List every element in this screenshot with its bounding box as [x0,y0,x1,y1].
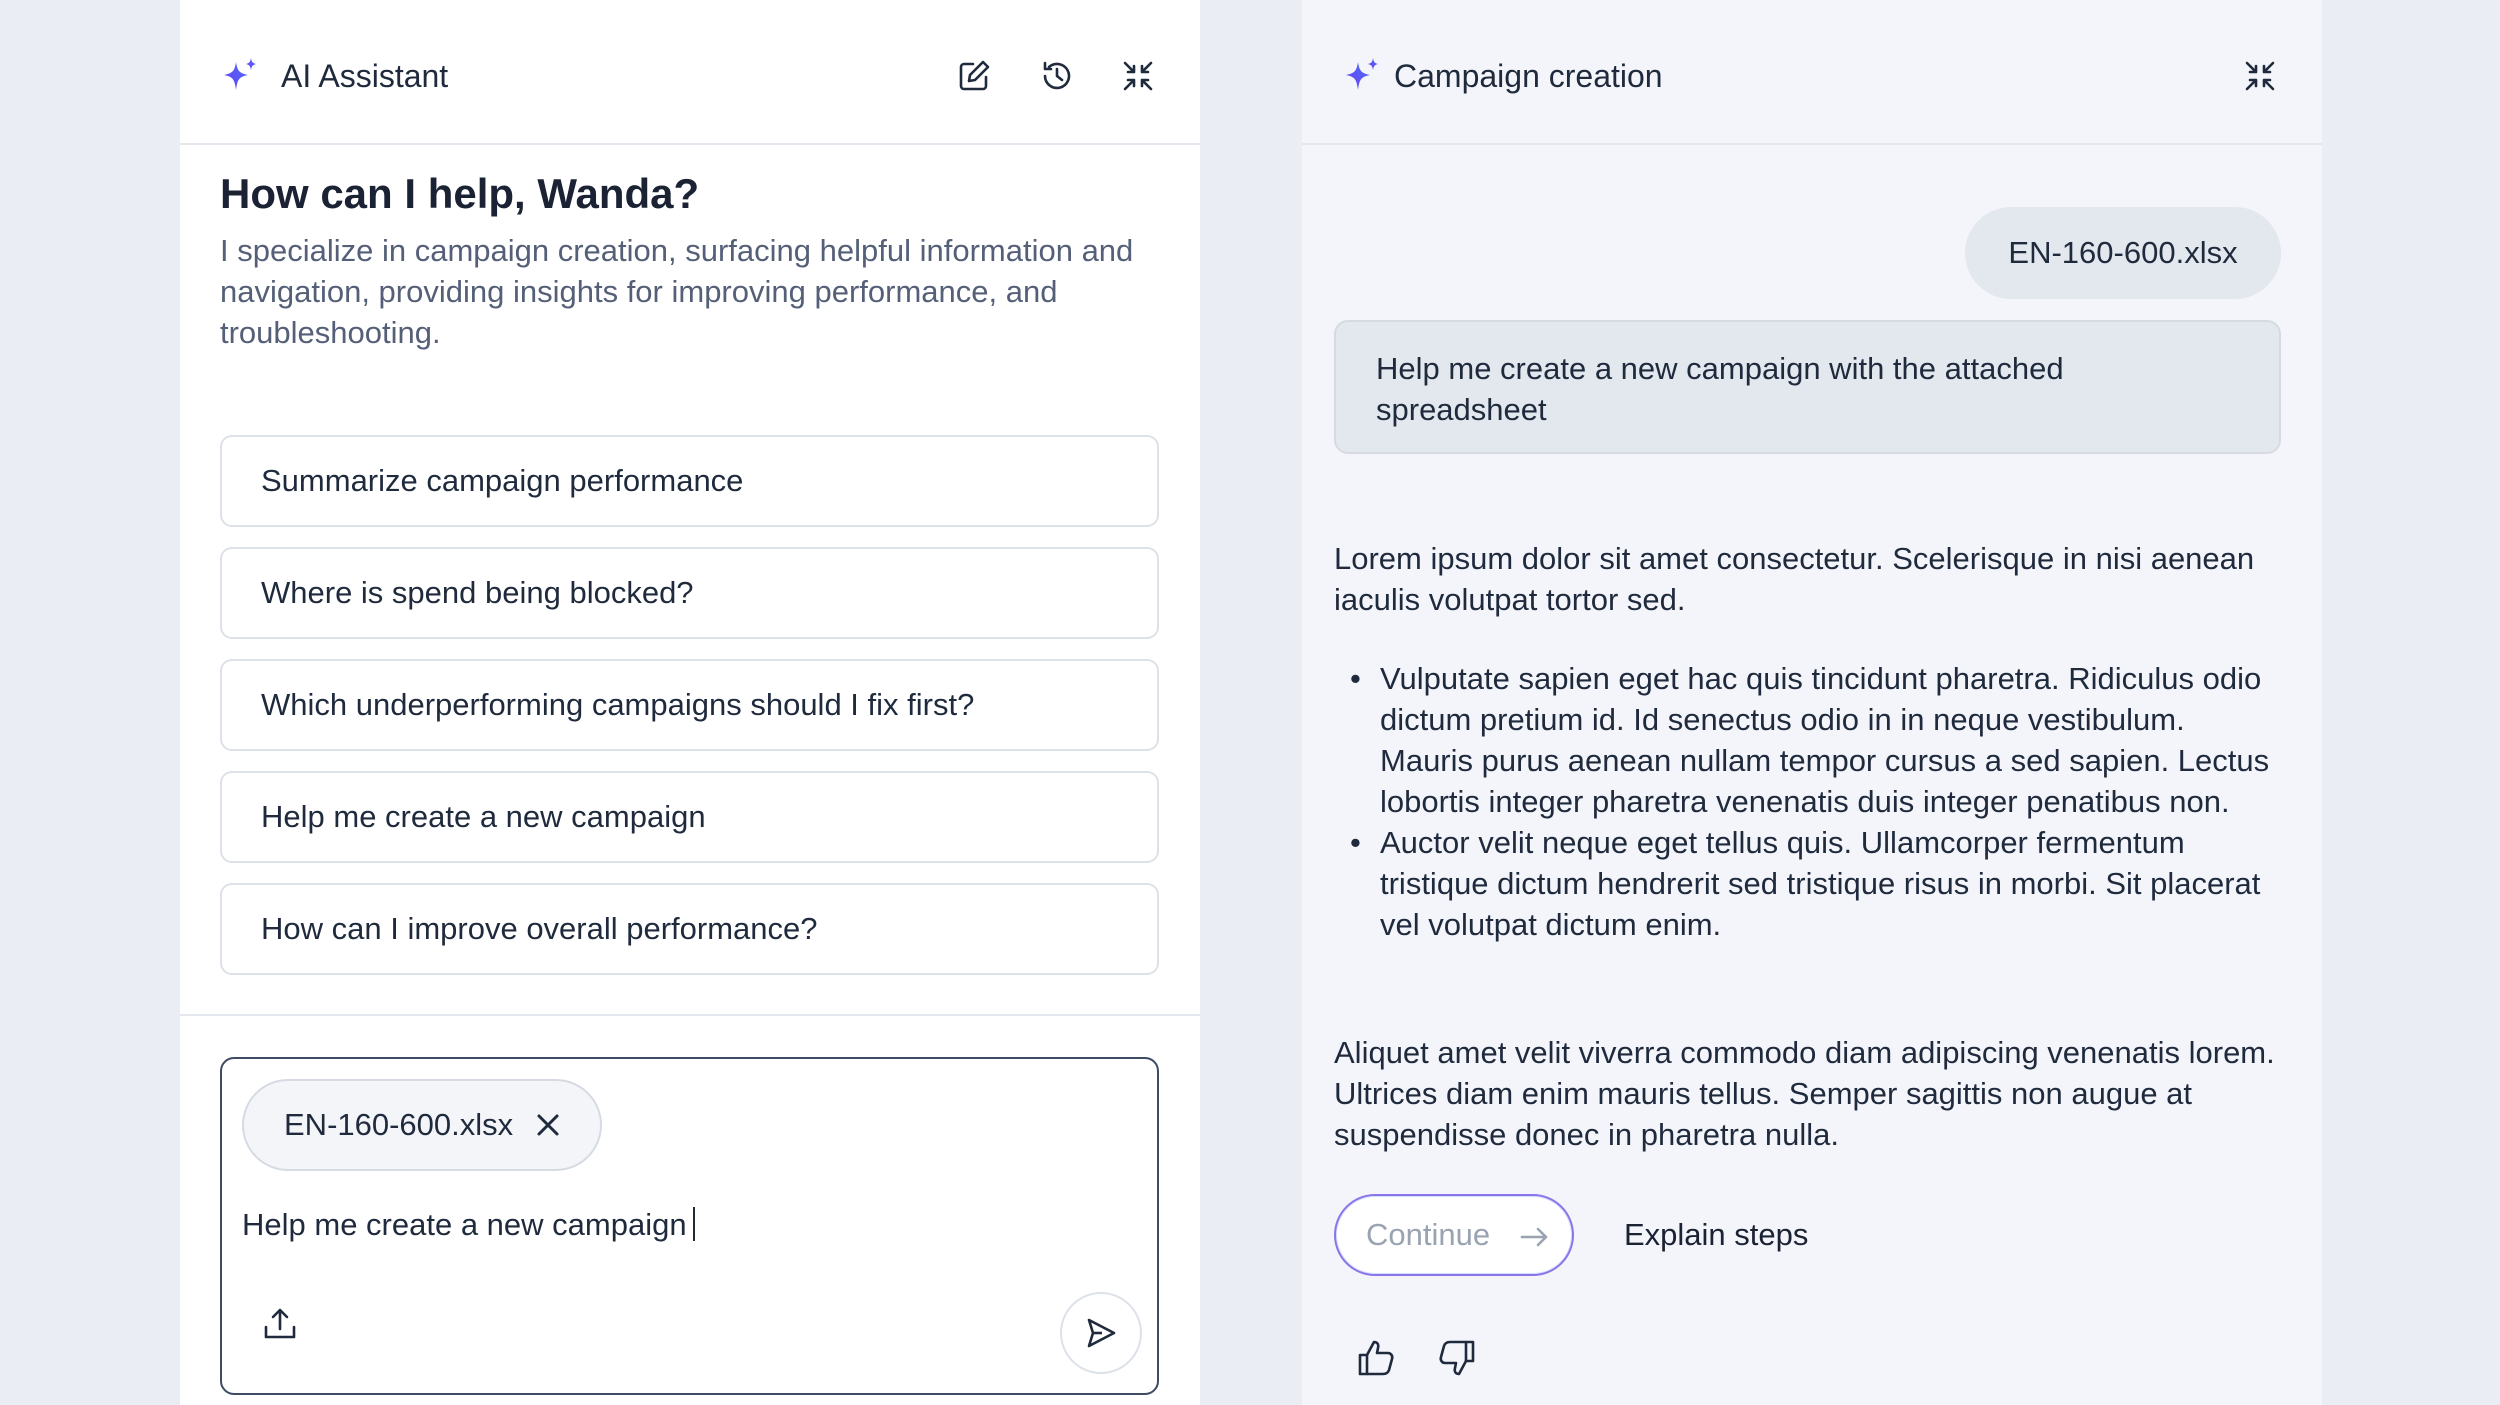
campaign-title: Campaign creation [1394,58,1663,94]
list-item: Auctor velit neque eget tellus quis. Ull… [1334,822,2284,945]
continue-button[interactable]: Continue [1334,1194,1574,1276]
upload-icon[interactable] [260,1305,300,1345]
ai-assistant-panel: AI Assistant How can I help, Wanda? I sp… [180,0,1200,1405]
response-outro: Aliquet amet velit viverra commodo diam … [1334,1035,2275,1152]
suggestion-button[interactable]: How can I improve overall performance? [220,883,1159,975]
response-bullet-list: Vulputate sapien eget hac quis tincidunt… [1334,658,2284,945]
thumbs-up-icon[interactable] [1356,1338,1396,1378]
suggestion-button[interactable]: Summarize campaign performance [220,435,1159,527]
assistant-title: AI Assistant [281,58,449,94]
sparkle-icon [1346,58,1378,90]
divider [180,1014,1200,1016]
campaign-creation-panel: Campaign creation EN-160-600.xlsx Help m… [1302,0,2322,1405]
user-message-bubble: Help me create a new campaign with the a… [1334,320,2281,454]
thumbs-down-icon[interactable] [1437,1338,1477,1378]
greeting-heading: How can I help, Wanda? [220,170,700,217]
collapse-icon[interactable] [1117,55,1159,97]
assistant-header: AI Assistant [180,0,1200,145]
attachment-filename: EN-160-600.xlsx [284,1107,514,1142]
continue-label: Continue [1366,1217,1491,1252]
user-file-bubble: EN-160-600.xlsx [1965,207,2281,299]
message-input[interactable]: Help me create a new campaign [242,1205,695,1245]
suggestion-button[interactable]: Help me create a new campaign [220,771,1159,863]
text-caret [692,1207,695,1241]
suggestion-button[interactable]: Where is spend being blocked? [220,547,1159,639]
send-button[interactable] [1060,1292,1142,1374]
send-icon [1087,1318,1116,1348]
attachment-chip: EN-160-600.xlsx [242,1079,602,1171]
message-input-value: Help me create a new campaign [242,1207,687,1242]
arrow-right-icon [1520,1227,1548,1247]
sparkle-icon [224,58,256,90]
collapse-icon[interactable] [2239,55,2281,97]
assistant-description: I specialize in campaign creation, surfa… [220,233,1134,350]
close-icon[interactable] [532,1109,564,1141]
list-item: Vulputate sapien eget hac quis tincidunt… [1334,658,2284,822]
response-intro: Lorem ipsum dolor sit amet consectetur. … [1334,541,2255,617]
message-composer[interactable]: EN-160-600.xlsx Help me create a new cam… [220,1057,1159,1395]
edit-icon[interactable] [953,55,995,97]
campaign-header: Campaign creation [1302,0,2322,145]
explain-steps-button[interactable]: Explain steps [1624,1214,1808,1255]
history-icon[interactable] [1036,55,1078,97]
suggestion-button[interactable]: Which underperforming campaigns should I… [220,659,1159,751]
